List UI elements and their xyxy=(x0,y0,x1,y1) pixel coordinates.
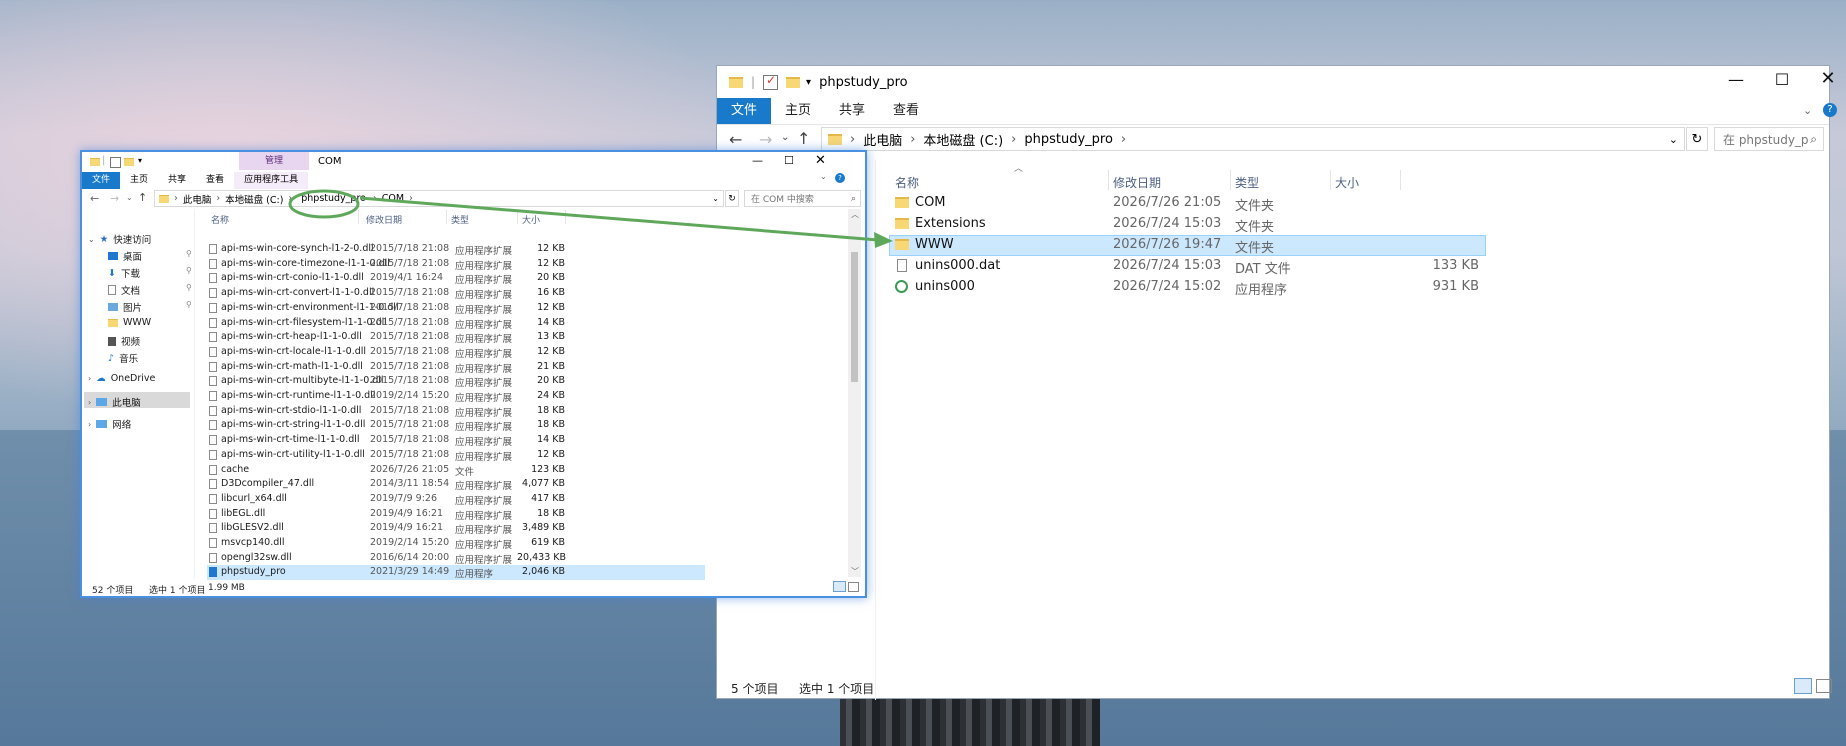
annotation-arrow-head xyxy=(874,232,893,248)
annotation-circle xyxy=(288,189,360,219)
annotation-overlay xyxy=(288,189,893,248)
annotation-arrow-line xyxy=(359,196,879,242)
